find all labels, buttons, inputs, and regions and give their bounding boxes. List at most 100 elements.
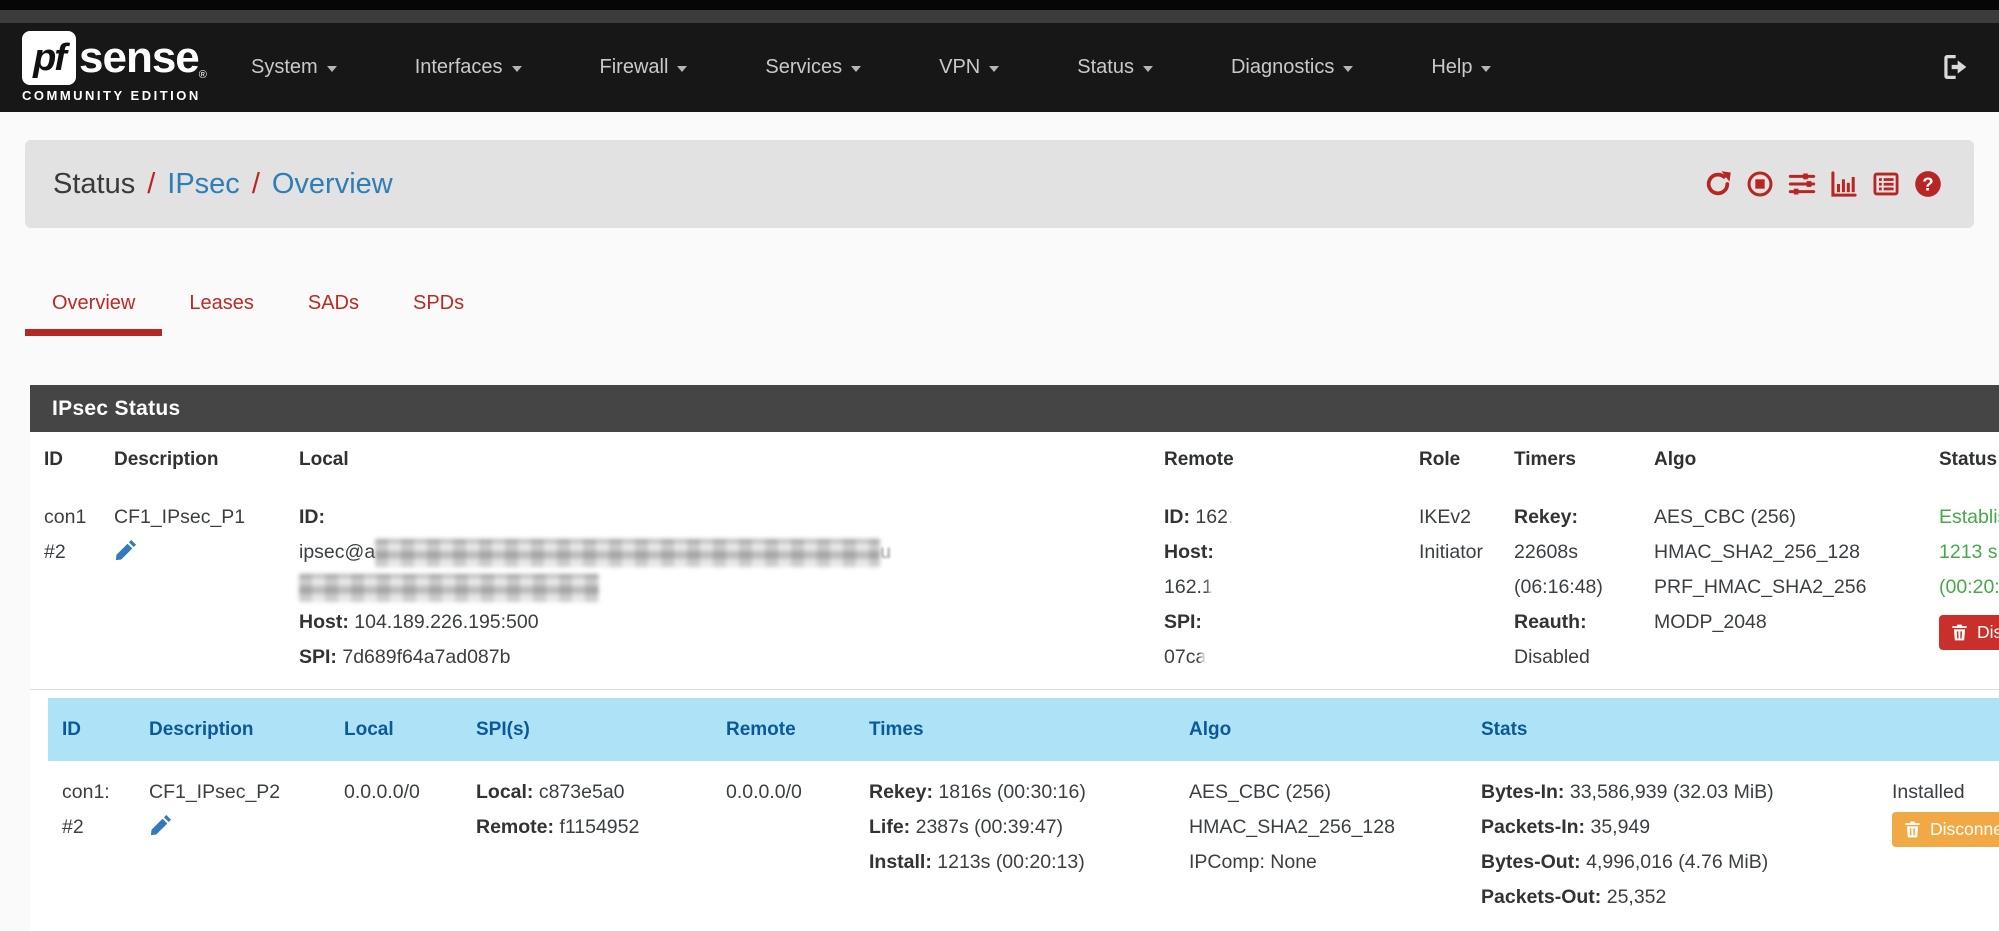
breadcrumb-section: Status <box>53 168 135 201</box>
breadcrumb-link-overview[interactable]: Overview <box>272 168 393 201</box>
redaction-white <box>1213 575 1333 601</box>
breadcrumb-separator: / <box>252 168 260 201</box>
child-cell-status: Installed Disconnect <box>1878 761 1999 931</box>
page-action-icons: ? <box>1704 140 1942 228</box>
caret-down-icon <box>1481 66 1491 72</box>
child-cell-stats: Bytes-In: 33,586,939 (32.03 MiB) Packets… <box>1467 761 1878 931</box>
disconnect-label: Disconnect <box>1930 819 1999 840</box>
col-header-status: Status <box>1925 432 1999 488</box>
bytes-in-value: 33,586,939 (32.03 MiB) <box>1570 781 1774 803</box>
bytes-out-label: Bytes-Out: <box>1481 851 1581 873</box>
caret-down-icon <box>989 66 999 72</box>
child-col-id: ID <box>48 698 135 761</box>
role-value: Initiator <box>1419 535 1500 570</box>
remote-spi-value: 07ca <box>1164 646 1206 668</box>
rekey-time: (06:16:48) <box>1514 570 1640 605</box>
pf-logo-text: pf <box>33 37 65 80</box>
status-established: Established <box>1939 500 1999 535</box>
sign-out-icon[interactable] <box>1939 51 1971 83</box>
remote-network: 0.0.0.0/0 <box>726 775 855 810</box>
reauth-label: Reauth: <box>1514 611 1587 633</box>
child-sa-container: ID Description Local SPI(s) Remote Times… <box>30 690 1999 931</box>
ike-version: IKEv2 <box>1419 500 1500 535</box>
menu-item-interfaces[interactable]: Interfaces <box>415 56 522 79</box>
connection-id: con1 <box>44 500 100 535</box>
local-network: 0.0.0.0/0 <box>344 775 462 810</box>
tab-spds[interactable]: SPDs <box>386 270 491 336</box>
menu-item-help[interactable]: Help <box>1431 56 1491 79</box>
caret-down-icon <box>1343 66 1353 72</box>
col-header-id: ID <box>30 432 100 488</box>
caret-down-icon <box>512 66 522 72</box>
menu-item-services[interactable]: Services <box>765 56 861 79</box>
menu-item-system[interactable]: System <box>251 56 337 79</box>
cell-description: CF1_IPsec_P1 <box>100 488 285 690</box>
child-sa-row: con1: #2 CF1_IPsec_P2 <box>48 761 1999 931</box>
menu-item-diagnostics[interactable]: Diagnostics <box>1231 56 1353 79</box>
caret-down-icon <box>851 66 861 72</box>
child-sa-section-row: ID Description Local SPI(s) Remote Times… <box>30 690 1999 931</box>
algo-ipcomp: IPComp: None <box>1189 845 1467 880</box>
algo-prf: PRF_HMAC_SHA2_256 <box>1654 570 1925 605</box>
header-accent-strip <box>0 10 1999 23</box>
cell-local: ID: ipsec@au Host: 104.189.226.195:500 S… <box>285 488 1150 690</box>
redaction-fragment: u <box>880 541 891 563</box>
help-icon[interactable]: ? <box>1914 170 1942 198</box>
col-header-remote: Remote <box>1150 432 1405 488</box>
sa-number: #2 <box>62 810 135 845</box>
remote-host-label: Host: <box>1164 541 1214 563</box>
local-id-label: ID: <box>299 506 325 528</box>
disconnect-button[interactable]: Disconnect <box>1939 615 1999 650</box>
caret-down-icon <box>677 66 687 72</box>
spi-remote-label: Remote: <box>476 816 554 838</box>
breadcrumb-separator: / <box>147 168 155 201</box>
bytes-out-value: 4,996,016 (4.76 MiB) <box>1586 851 1768 873</box>
stop-icon[interactable] <box>1746 170 1774 198</box>
disconnect-child-button[interactable]: Disconnect <box>1892 812 1999 847</box>
community-edition-caption: COMMUNITY EDITION <box>22 88 207 103</box>
child-col-stats: Stats <box>1467 698 1878 761</box>
rekey-label: Rekey: <box>1514 506 1578 528</box>
svg-text:?: ? <box>1922 173 1933 194</box>
menu-item-vpn[interactable]: VPN <box>939 56 999 79</box>
algo-dh-group: MODP_2048 <box>1654 605 1925 640</box>
edit-pencil-icon[interactable] <box>149 814 330 849</box>
tab-leases[interactable]: Leases <box>162 270 281 336</box>
child-col-description: Description <box>135 698 330 761</box>
col-header-algo: Algo <box>1640 432 1925 488</box>
caret-down-icon <box>327 66 337 72</box>
menu-label: Status <box>1077 56 1134 79</box>
menu-item-status[interactable]: Status <box>1077 56 1153 79</box>
tab-sads[interactable]: SADs <box>281 270 386 336</box>
breadcrumb-link-ipsec[interactable]: IPsec <box>167 168 240 201</box>
tab-overview[interactable]: Overview <box>25 270 162 336</box>
child-sa-table: ID Description Local SPI(s) Remote Times… <box>48 698 1999 931</box>
menu-label: Diagnostics <box>1231 56 1334 79</box>
status-age-time: (00:20:13) <box>1939 570 1999 605</box>
redaction-white <box>1233 505 1341 531</box>
description-text: CF1_IPsec_P1 <box>114 500 285 535</box>
log-list-icon[interactable] <box>1872 170 1900 198</box>
bytes-in-label: Bytes-In: <box>1481 781 1564 803</box>
filter-sliders-icon[interactable] <box>1788 170 1816 198</box>
child-cell-local: 0.0.0.0/0 <box>330 761 462 931</box>
pfsense-logo[interactable]: pf sense ® COMMUNITY EDITION <box>22 31 207 103</box>
breadcrumb-panel: Status / IPsec / Overview ? <box>25 140 1974 228</box>
edit-pencil-icon[interactable] <box>114 539 285 574</box>
child-col-algo: Algo <box>1175 698 1467 761</box>
packets-in-value: 35,949 <box>1590 816 1650 838</box>
menu-label: Services <box>765 56 842 79</box>
child-cell-spis: Local: c873e5a0 Remote: f1154952 <box>462 761 712 931</box>
ipsec-status-table: ID Description Local Remote Role Timers … <box>30 432 1999 931</box>
status-installed: Installed <box>1892 775 1999 810</box>
menu-item-firewall[interactable]: Firewall <box>600 56 688 79</box>
refresh-icon[interactable] <box>1704 170 1732 198</box>
cell-algo: AES_CBC (256) HMAC_SHA2_256_128 PRF_HMAC… <box>1640 488 1925 690</box>
rekey-value: 1816s (00:30:16) <box>938 781 1085 803</box>
bar-chart-icon[interactable] <box>1830 170 1858 198</box>
redaction-white <box>1206 645 1336 671</box>
local-host-value: 104.189.226.195:500 <box>354 611 538 633</box>
col-header-timers: Timers <box>1500 432 1640 488</box>
pf-logo-box: pf <box>22 31 76 85</box>
algo-integrity: HMAC_SHA2_256_128 <box>1654 535 1925 570</box>
